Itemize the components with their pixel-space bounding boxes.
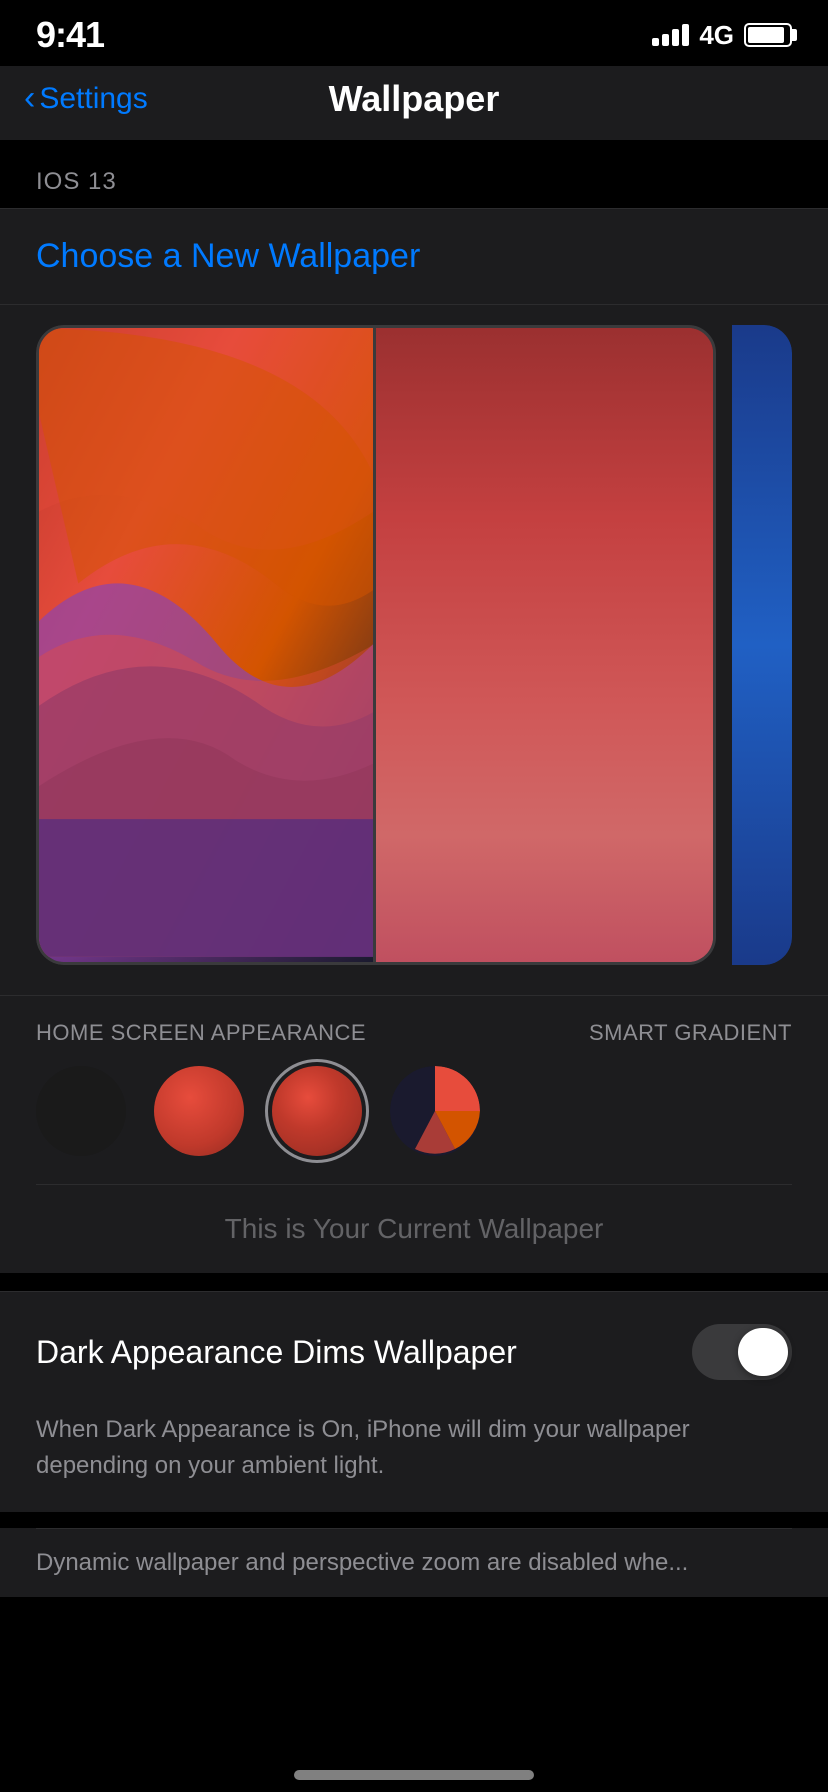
color-option-red-selected[interactable] [272, 1066, 362, 1156]
dark-appearance-label: Dark Appearance Dims Wallpaper [36, 1334, 517, 1371]
bottom-partial-text: Dynamic wallpaper and perspective zoom a… [36, 1528, 792, 1597]
dark-appearance-toggle[interactable] [692, 1324, 792, 1380]
current-wallpaper-text: This is Your Current Wallpaper [36, 1185, 792, 1273]
back-label: Settings [39, 82, 147, 116]
nav-bar: ‹ Settings Wallpaper [0, 66, 828, 140]
dark-appearance-section: Dark Appearance Dims Wallpaper When Dark… [0, 1291, 828, 1512]
status-bar: 9:41 4G [0, 0, 828, 66]
status-icons: 4G [652, 20, 792, 51]
color-option-red[interactable] [154, 1066, 244, 1156]
back-button[interactable]: ‹ Settings [24, 82, 148, 116]
choose-wallpaper-link[interactable]: Choose a New Wallpaper [0, 209, 828, 304]
smart-gradient-label: SMART GRADIENT [589, 1020, 792, 1046]
signal-4g-label: 4G [699, 20, 734, 51]
signal-bars-icon [652, 24, 689, 46]
bottom-text-section: Dynamic wallpaper and perspective zoom a… [0, 1528, 828, 1597]
choose-wallpaper-section: Choose a New Wallpaper [0, 209, 828, 305]
homescreen-wallpaper-preview [376, 328, 713, 962]
page-title: Wallpaper [329, 78, 500, 120]
appearance-section: HOME SCREEN APPEARANCE SMART GRADIENT Th… [0, 995, 828, 1273]
dark-appearance-row: Dark Appearance Dims Wallpaper [0, 1292, 828, 1412]
next-wallpaper-preview [732, 325, 792, 965]
section-spacer [0, 1273, 828, 1289]
bottom-spacer [0, 1512, 828, 1528]
color-options [36, 1066, 792, 1184]
toggle-knob [738, 1328, 788, 1376]
ios-section-label: IOS 13 [0, 140, 828, 209]
appearance-labels: HOME SCREEN APPEARANCE SMART GRADIENT [36, 996, 792, 1066]
wallpaper-preview[interactable] [36, 325, 716, 965]
battery-fill [748, 27, 784, 43]
home-indicator [294, 1770, 534, 1780]
battery-icon [744, 23, 792, 47]
wallpaper-preview-container [0, 305, 828, 995]
home-screen-appearance-label: HOME SCREEN APPEARANCE [36, 1020, 366, 1046]
dark-appearance-description: When Dark Appearance is On, iPhone will … [0, 1412, 828, 1512]
chevron-left-icon: ‹ [24, 81, 35, 115]
status-time: 9:41 [36, 14, 104, 56]
lockscreen-wallpaper-preview [39, 328, 376, 962]
color-option-black[interactable] [36, 1066, 126, 1156]
color-option-dynamic[interactable] [390, 1066, 480, 1156]
